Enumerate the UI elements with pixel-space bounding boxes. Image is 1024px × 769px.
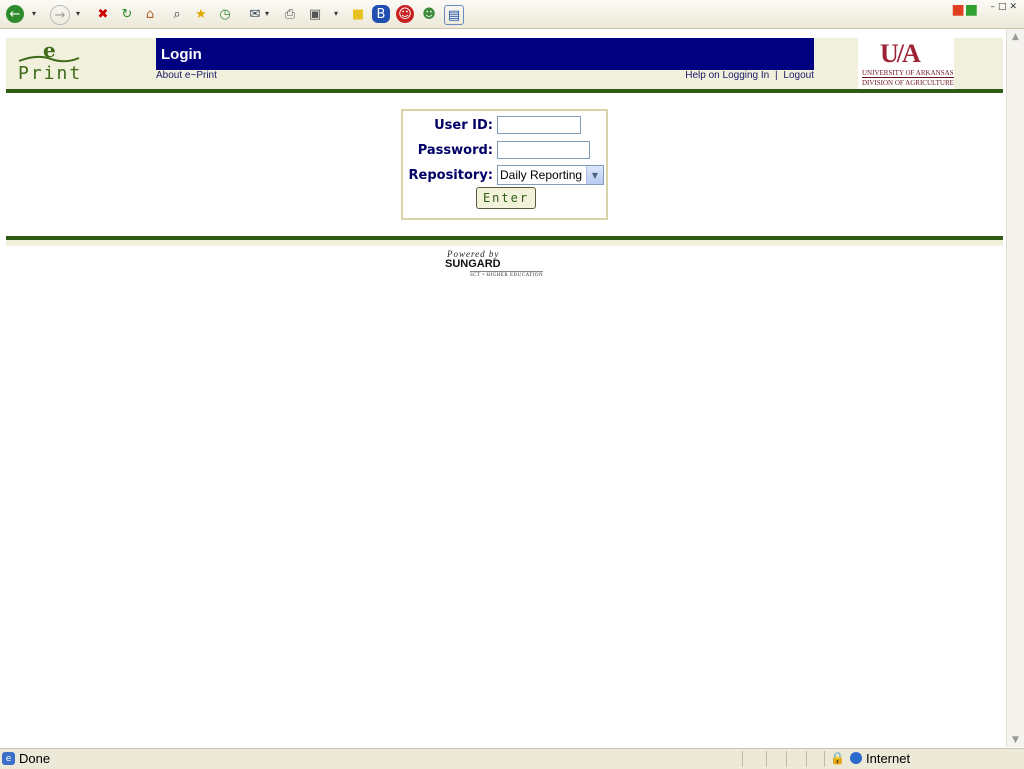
password-label: Password: [417, 143, 493, 158]
title-bar: Login [156, 38, 814, 70]
chevron-down-icon[interactable]: ▼ [586, 166, 603, 184]
refresh-icon[interactable]: ↻ [118, 5, 136, 23]
globe-icon [850, 752, 862, 764]
footer-band [6, 240, 1003, 246]
people-icon[interactable]: ☻ [420, 5, 438, 23]
status-divider [824, 751, 825, 767]
repository-select[interactable]: Daily Reporting ▼ [497, 165, 604, 185]
about-eprint-link[interactable]: About e~Print [156, 70, 217, 81]
messenger-icon[interactable]: ☺ [396, 5, 414, 23]
eprint-logo-print: Print [18, 63, 83, 84]
mail-icon[interactable]: ✉ [246, 5, 264, 23]
back-icon[interactable]: ← [6, 5, 24, 23]
enter-button[interactable]: Enter [476, 187, 536, 209]
scroll-up-icon[interactable]: ▲ [1008, 29, 1023, 44]
mail-dropdown-icon[interactable]: ▾ [265, 9, 269, 18]
browser-toolbar: ← ▾ → ▾ ✖ ↻ ⌂ ⌕ ★ ◷ ✉ ▾ ⎙ ▣ ▾ ■ B ☺ ☻ ▤ … [0, 0, 1024, 29]
page-title: Login [161, 46, 202, 63]
home-icon[interactable]: ⌂ [141, 5, 159, 23]
ua-division-text: DIVISION OF AGRICULTURE [862, 79, 954, 87]
stop-icon[interactable]: ✖ [94, 5, 112, 23]
password-input[interactable] [497, 141, 590, 159]
edit-icon[interactable]: ▣ [306, 5, 324, 23]
login-form: User ID: Password: Repository: Daily Rep… [401, 109, 608, 220]
header-rule [6, 89, 1003, 93]
user-id-input[interactable] [497, 116, 581, 134]
note-icon[interactable]: ■ [349, 5, 367, 23]
logout-link[interactable]: Logout [783, 70, 814, 81]
forward-icon[interactable]: → [50, 5, 70, 25]
repository-selected-value: Daily Reporting [500, 168, 583, 182]
search-icon[interactable]: ⌕ [168, 5, 186, 23]
scroll-down-icon[interactable]: ▼ [1008, 732, 1023, 747]
status-divider [786, 751, 787, 767]
help-logging-in-link[interactable]: Help on Logging In [685, 70, 769, 81]
repository-label: Repository: [408, 168, 494, 183]
security-zone: Internet [866, 751, 911, 766]
window-controls-icon[interactable]: –□✕ [990, 2, 1020, 12]
status-divider [766, 751, 767, 767]
link-separator: | [775, 70, 778, 81]
history-icon[interactable]: ◷ [216, 5, 234, 23]
status-divider [742, 751, 743, 767]
user-id-label: User ID: [434, 118, 493, 133]
forward-dropdown-icon[interactable]: ▾ [76, 9, 80, 18]
vertical-scrollbar[interactable]: ▲ ▼ [1006, 29, 1024, 747]
sungard-logo: SUNGARD [445, 258, 501, 270]
status-text: Done [19, 751, 51, 766]
edit-dropdown-icon[interactable]: ▾ [334, 9, 338, 18]
lock-icon: 🔒 [830, 751, 845, 765]
university-logo: U/A UNIVERSITY OF ARKANSAS DIVISION OF A… [858, 38, 954, 89]
ua-mark: U/A [880, 39, 921, 68]
sct-tagline: SCT • HIGHER EDUCATION [470, 271, 544, 278]
status-divider [806, 751, 807, 767]
print-icon[interactable]: ⎙ [281, 5, 299, 23]
header-links: Help on Logging In | Logout [685, 70, 814, 81]
favorites-icon[interactable]: ★ [192, 5, 210, 23]
back-dropdown-icon[interactable]: ▾ [32, 9, 36, 18]
status-bar: e Done 🔒 Internet [0, 748, 1024, 769]
bluetooth-icon[interactable]: B [372, 5, 390, 23]
page-status-icon: e [2, 752, 15, 765]
windows-logo-icon: ■■ [951, 2, 978, 18]
ua-university-text: UNIVERSITY OF ARKANSAS [862, 69, 954, 78]
fullscreen-icon[interactable]: ▤ [444, 5, 464, 25]
